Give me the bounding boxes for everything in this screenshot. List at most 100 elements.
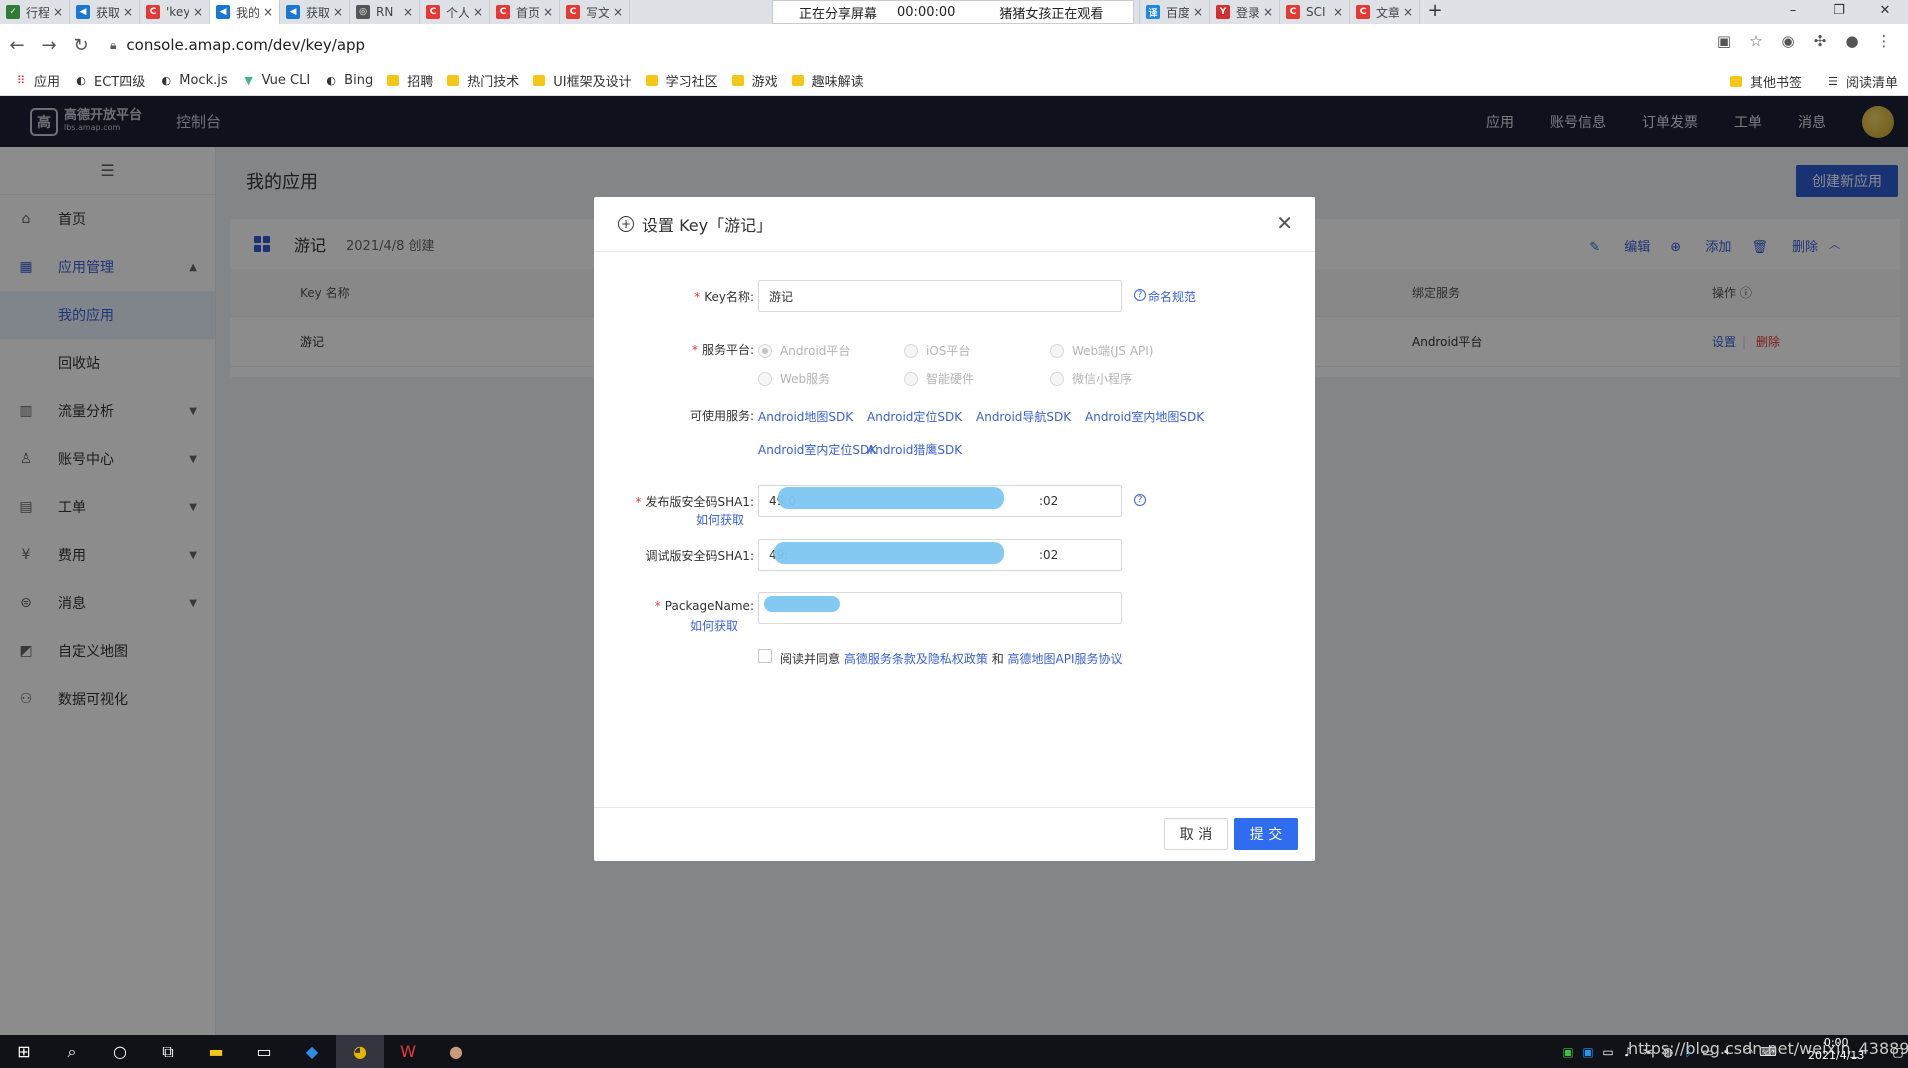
browser-tab[interactable]: ◀ 我的 × [210, 0, 280, 24]
platform-radio[interactable]: Web端(JS API) [1050, 342, 1153, 359]
how-to-get-link[interactable]: 如何获取 [594, 511, 744, 528]
tab-close-icon[interactable]: × [1263, 5, 1273, 19]
browser-tab[interactable]: C SCI × [1280, 0, 1350, 24]
search-icon[interactable]: ⌕ [48, 1035, 96, 1068]
bookmark-item[interactable]: 趣味解读 [791, 71, 864, 90]
file-explorer-icon[interactable]: ▬ [192, 1035, 240, 1068]
browser-tab[interactable]: ◀ 获取 × [280, 0, 350, 24]
platform-radio[interactable]: 智能硬件 [904, 370, 974, 387]
platform-radio[interactable]: 微信小程序 [1050, 370, 1132, 387]
globe-icon: ◐ [326, 74, 336, 87]
browser-tab[interactable]: C 'key × [140, 0, 210, 24]
app-avatar-icon[interactable]: ● [432, 1035, 480, 1068]
bookmark-item[interactable]: UI框架及设计 [533, 71, 632, 90]
browser-tab[interactable]: C 首页 × [490, 0, 560, 24]
api-agreement-link[interactable]: 高德地图API服务协议 [1008, 652, 1123, 666]
terms-link[interactable]: 高德服务条款及隐私权政策 [844, 652, 988, 666]
tab-close-icon[interactable]: × [123, 5, 133, 19]
browser-tab[interactable]: 译百度 × [1140, 0, 1210, 24]
vscode-icon[interactable]: ◆ [288, 1035, 336, 1068]
os-taskbar: ⊞ ⌕ ○ ⧉ ▬ ▭ ◆ ◕ W ● ▣ ▣ ▭ ♪ ✂ ◍ ᛒ ▭ 🔈︎ ◠… [0, 1035, 1908, 1068]
windows-start-icon[interactable]: ⊞ [0, 1035, 48, 1068]
browser-tab[interactable]: C 写文 × [560, 0, 630, 24]
tab-close-icon[interactable]: × [543, 5, 553, 19]
url-field[interactable]: 🔒︎ console.amap.com/dev/key/app [110, 36, 365, 54]
tab-close-icon[interactable]: × [263, 5, 273, 19]
tab-close-icon[interactable]: × [1193, 5, 1203, 19]
service-link[interactable]: Android导航SDK [976, 408, 1071, 425]
platform-radio[interactable]: Android平台 [758, 342, 850, 359]
tab-close-icon[interactable]: × [473, 5, 483, 19]
tab-close-icon[interactable]: × [1333, 5, 1343, 19]
key-name-input[interactable]: 游记 [758, 280, 1122, 312]
cortana-icon[interactable]: ○ [96, 1035, 144, 1068]
tab-close-icon[interactable]: × [613, 5, 623, 19]
menu-icon[interactable]: ⋮ [1868, 32, 1900, 50]
forward-icon[interactable]: → [34, 35, 64, 56]
tray-app-icon[interactable]: ▣ [1578, 1045, 1598, 1059]
star-icon[interactable]: ☆ [1740, 32, 1772, 50]
extension-icon[interactable]: ◉ [1772, 32, 1804, 50]
bookmark-other[interactable]: 其他书签 [1729, 72, 1802, 91]
back-icon[interactable]: ← [2, 35, 32, 56]
bookmark-item[interactable]: 热门技术 [447, 71, 519, 90]
bookmark-item[interactable]: ◐ Bing [324, 71, 373, 90]
bookmarks-bar: ⠿ 应用 ◐ ECT四级 ◐ Mock.js ▼ Vue CLI ◐ Bing 招聘 热门技术 UI框架… [0, 66, 1908, 96]
puzzle-icon[interactable]: ✣ [1804, 32, 1836, 50]
bookmark-item[interactable]: ◐ Mock.js [159, 71, 227, 90]
agree-checkbox[interactable] [758, 649, 772, 663]
service-link[interactable]: Android室内定位SDK [758, 441, 877, 458]
browser-tab[interactable]: C 文章 × [1350, 0, 1420, 24]
platform-radio[interactable]: Web服务 [758, 370, 830, 387]
bookmark-reading-list[interactable]: ☰ 阅读清单 [1826, 72, 1898, 91]
bookmark-item[interactable]: 游戏 [731, 71, 778, 90]
restore-icon[interactable]: ❐ [1816, 0, 1862, 24]
close-window-icon[interactable]: ✕ [1862, 0, 1908, 24]
tab-close-icon[interactable]: × [53, 5, 63, 19]
tab-label: 'key [166, 5, 189, 19]
service-link[interactable]: Android地图SDK [758, 408, 853, 425]
bookmark-item[interactable]: 招聘 [387, 71, 433, 90]
how-to-get-link[interactable]: 如何获取 [588, 617, 738, 634]
service-link[interactable]: Android猎鹰SDK [867, 441, 962, 458]
tab-close-icon[interactable]: × [403, 5, 413, 19]
screen-share-bar: 正在分享屏幕 00:00:00 猪猪女孩正在观看 [772, 0, 1134, 24]
new-tab-button[interactable]: + [1420, 0, 1450, 24]
browser-tab[interactable]: ✓ 行程 × [0, 0, 70, 24]
wps-icon[interactable]: W [384, 1035, 432, 1068]
minimize-icon[interactable]: – [1770, 0, 1816, 24]
cancel-button[interactable]: 取 消 [1164, 818, 1228, 850]
naming-rule-link[interactable]: 命名规范 [1148, 288, 1196, 305]
browser-tab[interactable]: ◀ 获取 × [70, 0, 140, 24]
clock[interactable]: 0:00 2021/4/13 [1808, 1036, 1864, 1062]
browser-tab[interactable]: C 个人 × [420, 0, 490, 24]
tab-favicon-icon: ◀ [76, 5, 90, 19]
profile-icon[interactable]: ● [1836, 32, 1868, 50]
tray-app-icon[interactable]: ▣ [1558, 1045, 1578, 1059]
plus-circle-icon: + [618, 216, 634, 232]
redaction-mark [778, 487, 1004, 509]
service-link[interactable]: Android定位SDK [867, 408, 962, 425]
browser-tab[interactable]: ◎ RN × [350, 0, 420, 24]
tab-label: 文章 [1376, 5, 1399, 20]
task-view-icon[interactable]: ⧉ [144, 1035, 192, 1068]
reload-icon[interactable]: ↻ [66, 35, 96, 56]
tray-app-icon[interactable]: ▭ [1598, 1045, 1618, 1059]
qr-icon[interactable]: ▣ [1708, 32, 1740, 50]
close-icon[interactable]: ✕ [1276, 211, 1293, 235]
bookmark-item[interactable]: ▼ Vue CLI [242, 71, 310, 90]
terminal-icon[interactable]: ▭ [240, 1035, 288, 1068]
help-icon[interactable]: ? [1134, 494, 1146, 506]
platform-radio[interactable]: iOS平台 [904, 342, 970, 359]
tab-close-icon[interactable]: × [193, 5, 203, 19]
bookmark-item[interactable]: ◐ ECT四级 [74, 71, 145, 90]
bookmark-item[interactable]: 学习社区 [645, 71, 718, 90]
tab-label: 行程 [26, 5, 49, 20]
submit-button[interactable]: 提 交 [1234, 818, 1298, 850]
bookmark-item[interactable]: ⠿ 应用 [14, 71, 60, 90]
tab-close-icon[interactable]: × [1403, 5, 1413, 19]
chrome-icon[interactable]: ◕ [336, 1035, 384, 1068]
service-link[interactable]: Android室内地图SDK [1085, 408, 1204, 425]
tab-close-icon[interactable]: × [333, 5, 343, 19]
browser-tab[interactable]: Y 登录 × [1210, 0, 1280, 24]
